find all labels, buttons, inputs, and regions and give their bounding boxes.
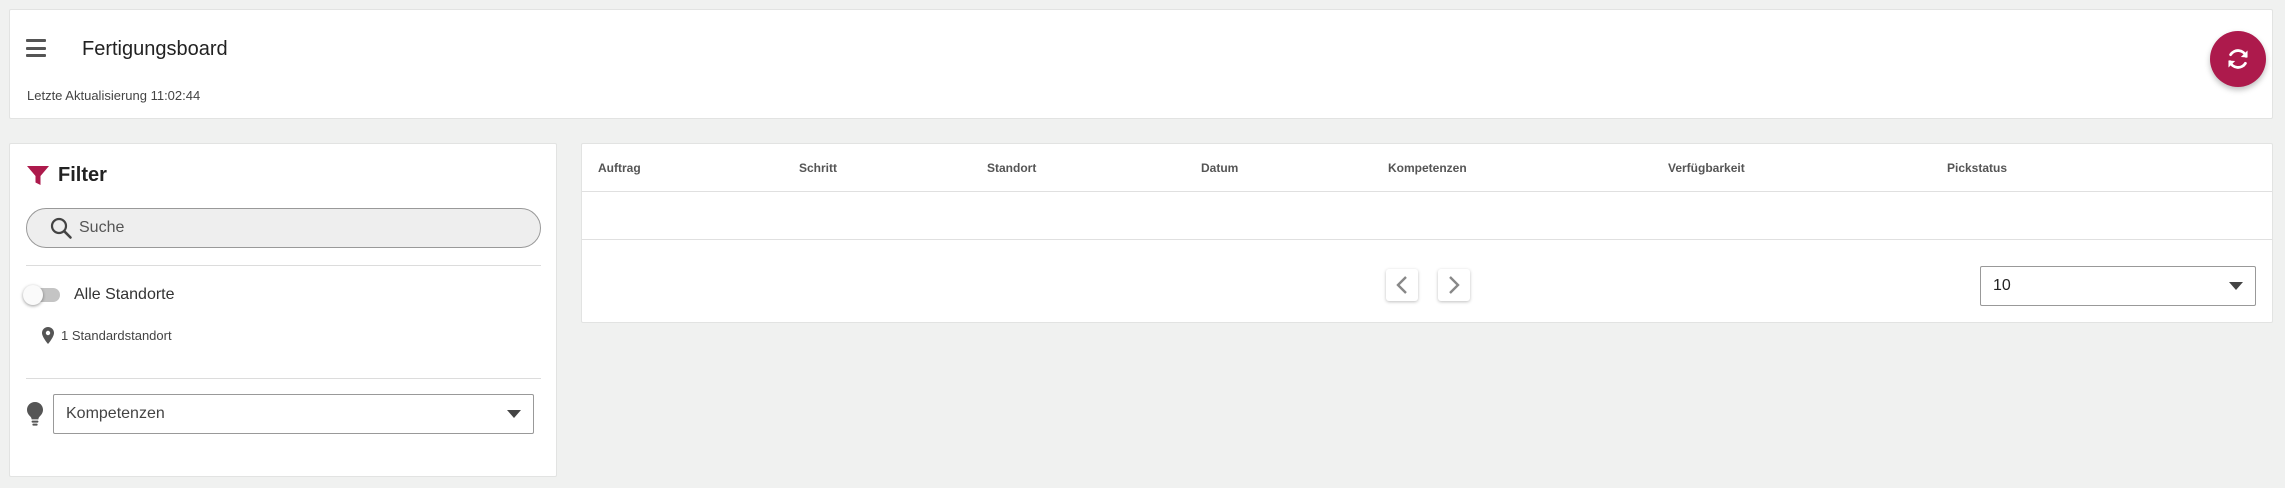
filter-panel: Filter Alle Standorte 1 Standardstandort… — [9, 143, 557, 477]
all-locations-toggle[interactable] — [23, 285, 60, 305]
divider — [26, 265, 541, 266]
column-header-datum[interactable]: Datum — [1201, 161, 1238, 175]
chevron-left-icon — [1396, 276, 1407, 294]
competences-select[interactable]: Kompetenzen — [53, 394, 534, 434]
last-update-text: Letzte Aktualisierung 11:02:44 — [27, 88, 201, 103]
table-header-row: Auftrag Schritt Standort Datum Kompetenz… — [582, 144, 2272, 192]
refresh-icon — [2228, 49, 2248, 69]
default-location-row: 1 Standardstandort — [42, 327, 172, 344]
column-header-auftrag[interactable]: Auftrag — [598, 161, 641, 175]
all-locations-label: Alle Standorte — [74, 286, 175, 303]
funnel-icon — [27, 165, 49, 185]
filter-title: Filter — [58, 164, 107, 186]
filter-header: Filter — [26, 164, 107, 187]
column-header-standort[interactable]: Standort — [987, 161, 1036, 175]
previous-page-button[interactable] — [1386, 269, 1418, 301]
search-icon — [50, 217, 72, 239]
next-page-button[interactable] — [1438, 269, 1470, 301]
search-field[interactable] — [26, 208, 541, 248]
page-size-value: 10 — [1993, 277, 2011, 294]
column-header-verfuegbarkeit[interactable]: Verfügbarkeit — [1668, 161, 1745, 175]
column-header-pickstatus[interactable]: Pickstatus — [1947, 161, 2007, 175]
header-bar: Fertigungsboard Letzte Aktualisierung 11… — [9, 9, 2273, 119]
divider — [26, 378, 541, 379]
competences-label: Kompetenzen — [66, 405, 165, 422]
caret-down-icon — [2229, 282, 2243, 290]
toggle-knob — [23, 285, 43, 305]
chevron-right-icon — [1449, 276, 1460, 294]
competences-row: Kompetenzen — [26, 394, 534, 434]
column-header-kompetenzen[interactable]: Kompetenzen — [1388, 161, 1467, 175]
search-input[interactable] — [79, 219, 519, 237]
default-location-label: 1 Standardstandort — [61, 328, 172, 343]
all-locations-toggle-row: Alle Standorte — [23, 285, 175, 305]
map-pin-icon — [42, 327, 54, 344]
column-header-schritt[interactable]: Schritt — [799, 161, 837, 175]
page-size-select[interactable]: 10 — [1980, 266, 2256, 306]
lightbulb-icon — [27, 402, 43, 426]
hamburger-menu-icon[interactable] — [26, 39, 46, 57]
orders-table-panel: Auftrag Schritt Standort Datum Kompetenz… — [581, 143, 2273, 323]
page-title: Fertigungsboard — [82, 38, 228, 60]
caret-down-icon — [507, 410, 521, 418]
table-body-empty — [582, 192, 2272, 240]
refresh-button[interactable] — [2210, 31, 2266, 87]
